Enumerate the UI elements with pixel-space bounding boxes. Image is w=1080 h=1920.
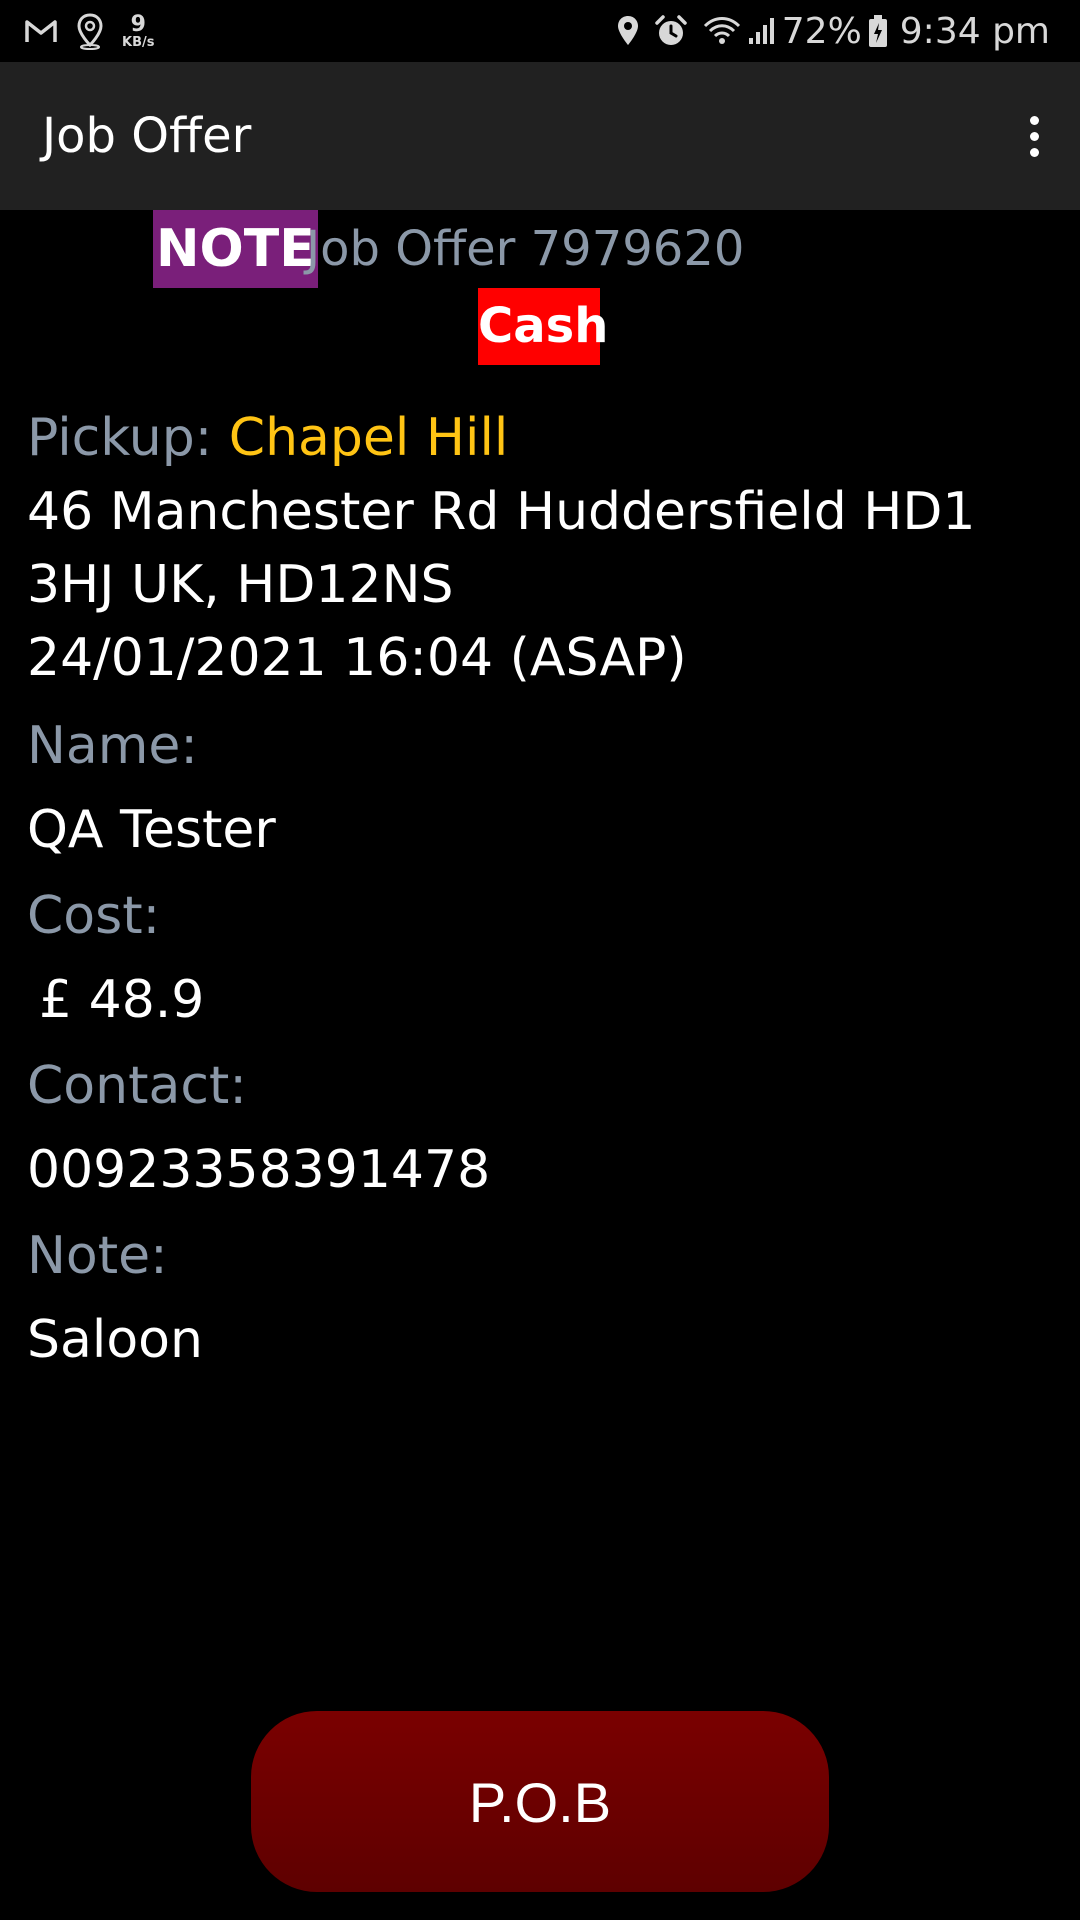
pickup-label: Pickup: [27, 408, 213, 468]
status-bar-right: 72% 9:34 pm [616, 0, 1050, 62]
pickup-address-line1: 46 Manchester Rd Huddersfield HD1 [27, 482, 976, 542]
note-badge: NOTE [153, 210, 318, 288]
note-value: Saloon [27, 1310, 203, 1370]
gmail-icon [24, 18, 58, 44]
battery-charging-icon [868, 14, 888, 48]
job-offer-title: Job Offer 7979620 [306, 221, 745, 277]
name-label: Name: [27, 716, 198, 776]
overflow-menu-icon[interactable] [1002, 104, 1066, 168]
network-speed-unit: KB/s [122, 34, 155, 50]
network-speed: 9 KB/s [122, 11, 155, 50]
signal-icon [748, 16, 776, 46]
status-bar: 9 KB/s 72% 9:34 pm [0, 0, 1080, 62]
app-bar: Job Offer [0, 62, 1080, 210]
app-title: Job Offer [42, 108, 252, 164]
wifi-icon [702, 15, 742, 47]
cost-label: Cost: [27, 886, 161, 946]
pickup-address-line2: 3HJ UK, HD12NS [27, 555, 454, 615]
location-icon [616, 14, 640, 48]
note-label: Note: [27, 1226, 168, 1286]
battery-percentage: 72% [781, 10, 862, 52]
status-bar-left: 9 KB/s [24, 0, 154, 62]
job-details: Pickup: Chapel Hill 46 Manchester Rd Hud… [27, 400, 1047, 1375]
contact-value[interactable]: 00923358391478 [27, 1135, 1047, 1205]
network-speed-value: 9 [130, 11, 146, 37]
clock: 9:34 pm [899, 10, 1050, 52]
alarm-icon [654, 14, 688, 48]
job-header: NOTE Job Offer 7979620 [0, 210, 1080, 290]
location-pin-icon [76, 12, 104, 50]
pickup-place: Chapel Hill [228, 408, 509, 468]
contact-label: Contact: [27, 1056, 247, 1116]
pickup-datetime: 24/01/2021 16:04 (ASAP) [27, 628, 687, 688]
cost-value: £ 48.9 [39, 970, 205, 1030]
pickup-line: Pickup: Chapel Hill [27, 400, 1047, 476]
pob-button[interactable]: P.O.B [251, 1711, 829, 1892]
payment-badge: Cash [478, 288, 608, 365]
name-value: QA Tester [27, 800, 276, 860]
